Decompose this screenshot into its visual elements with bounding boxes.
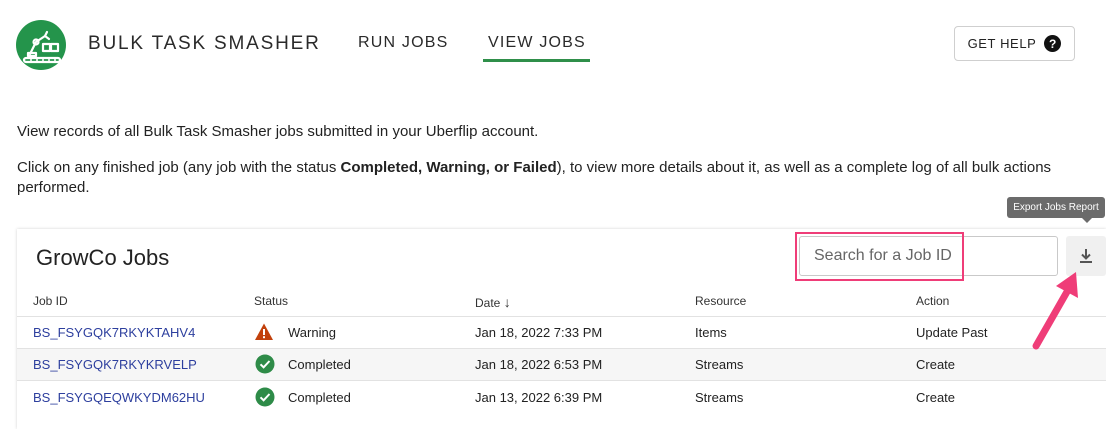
date-cell: Jan 18, 2022 7:33 PM xyxy=(475,325,603,340)
jobs-card-title: GrowCo Jobs xyxy=(36,245,170,270)
column-header-job-id[interactable]: Job ID xyxy=(33,294,68,308)
tooltip-pointer xyxy=(1082,218,1092,223)
intro-text: View records of all Bulk Task Smasher jo… xyxy=(17,123,539,140)
status-text: Warning xyxy=(288,325,336,340)
column-header-resource[interactable]: Resource xyxy=(695,294,746,308)
get-help-label: GET HELP xyxy=(967,36,1037,51)
export-tooltip: Export Jobs Report xyxy=(1007,197,1105,218)
column-header-status[interactable]: Status xyxy=(254,294,288,308)
tab-view-jobs[interactable]: VIEW JOBS xyxy=(488,34,586,52)
sort-descending-icon: ↓ xyxy=(503,294,511,310)
status-text: Completed xyxy=(288,357,351,372)
active-tab-indicator xyxy=(483,59,590,62)
intro-instructions: Click on any finished job (any job with … xyxy=(17,159,1052,196)
check-circle-icon xyxy=(255,387,275,407)
tab-run-jobs[interactable]: RUN JOBS xyxy=(358,34,449,52)
status-emphasis: Completed, Warning, or Failed xyxy=(340,159,557,176)
date-cell: Jan 18, 2022 6:53 PM xyxy=(475,357,603,372)
question-circle-icon: ? xyxy=(1044,35,1062,52)
job-id-link[interactable]: BS_FSYGQEQWKYDM62HU xyxy=(33,390,205,405)
resource-cell: Items xyxy=(695,325,727,340)
download-icon xyxy=(1080,249,1092,263)
app-logo-icon xyxy=(16,20,66,70)
annotation-arrow-icon xyxy=(1032,272,1078,350)
action-cell: Update Past xyxy=(916,325,988,340)
job-id-link[interactable]: BS_FSYGQK7RKYKRVELP xyxy=(33,357,197,372)
check-circle-icon xyxy=(255,354,275,374)
job-id-link[interactable]: BS_FSYGQK7RKYKTAHV4 xyxy=(33,325,195,340)
resource-cell: Streams xyxy=(695,357,744,372)
warning-icon xyxy=(255,323,273,340)
column-header-date[interactable]: Date ↓ xyxy=(475,294,511,310)
resource-cell: Streams xyxy=(695,390,744,405)
app-title: BULK TASK SMASHER xyxy=(88,33,321,54)
get-help-button[interactable]: GET HELP ? xyxy=(954,26,1075,61)
date-cell: Jan 13, 2022 6:39 PM xyxy=(475,390,603,405)
column-header-action[interactable]: Action xyxy=(916,294,949,308)
action-cell: Create xyxy=(916,390,956,405)
search-highlight-annotation xyxy=(795,232,964,281)
action-cell: Create xyxy=(916,357,956,372)
status-text: Completed xyxy=(288,390,351,405)
